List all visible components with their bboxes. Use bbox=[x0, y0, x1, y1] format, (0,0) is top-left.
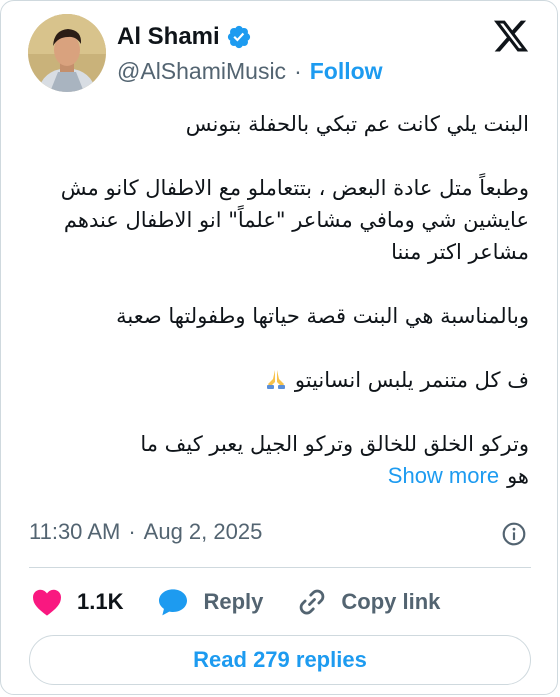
tweet-last-fragment: هو bbox=[507, 464, 529, 488]
read-replies-button[interactable]: Read 279 replies bbox=[29, 635, 531, 685]
read-replies-label: Read 279 replies bbox=[193, 647, 367, 672]
link-icon bbox=[300, 589, 325, 615]
tweet-paragraph: وطبعاً متل عادة البعض ، بتتعاملو مع الاط… bbox=[60, 176, 529, 264]
folded-hands-icon bbox=[267, 370, 286, 389]
tweet-paragraph: البنت يلي كانت عم تبكي بالحفلة بتونس bbox=[185, 112, 529, 136]
tweet-paragraph: وتركو الخلق للخالق وتركو الجيل يعبر كيف … bbox=[140, 432, 529, 456]
copy-link-button[interactable]: Copy link bbox=[297, 587, 440, 617]
follow-button[interactable]: Follow bbox=[310, 58, 383, 85]
avatar[interactable] bbox=[28, 14, 106, 92]
post-date: Aug 2, 2025 bbox=[143, 519, 263, 544]
x-logo-icon[interactable] bbox=[491, 17, 531, 55]
verified-badge-icon bbox=[227, 25, 250, 49]
tweet-paragraph-text: ف كل متنمر يلبس انسانيتو bbox=[294, 368, 529, 392]
timestamp[interactable]: 11:30 AM · Aug 2, 2025 bbox=[29, 519, 262, 545]
author-name[interactable]: Al Shami bbox=[117, 23, 220, 51]
reply-button[interactable]: Reply bbox=[157, 587, 263, 617]
tweet-paragraph: ف كل متنمر يلبس انسانيتو bbox=[19, 364, 529, 396]
action-bar: 1.1K Reply Copy link bbox=[31, 585, 474, 619]
show-more-link[interactable]: Show more bbox=[388, 460, 499, 492]
copy-link-label: Copy link bbox=[341, 589, 441, 614]
reply-bubble-icon bbox=[159, 589, 188, 616]
tweet-text: البنت يلي كانت عم تبكي بالحفلة بتونس وطب… bbox=[19, 108, 529, 492]
reply-label: Reply bbox=[203, 589, 264, 614]
post-time: 11:30 AM bbox=[29, 519, 121, 544]
separator-dot: · bbox=[294, 58, 302, 84]
tweet-card: Al Shami @AlShamiMusic · Follow البنت يل… bbox=[0, 0, 558, 695]
divider bbox=[29, 567, 531, 568]
info-icon[interactable] bbox=[501, 521, 527, 547]
tweet-paragraph: وبالمناسبة هي البنت قصة حياتها وطفولتها … bbox=[116, 304, 529, 328]
author-handle[interactable]: @AlShamiMusic bbox=[117, 58, 286, 85]
heart-icon bbox=[33, 589, 61, 616]
like-count: 1.1K bbox=[77, 589, 124, 614]
separator-dot: · bbox=[128, 519, 136, 544]
like-button[interactable]: 1.1K bbox=[31, 587, 123, 617]
